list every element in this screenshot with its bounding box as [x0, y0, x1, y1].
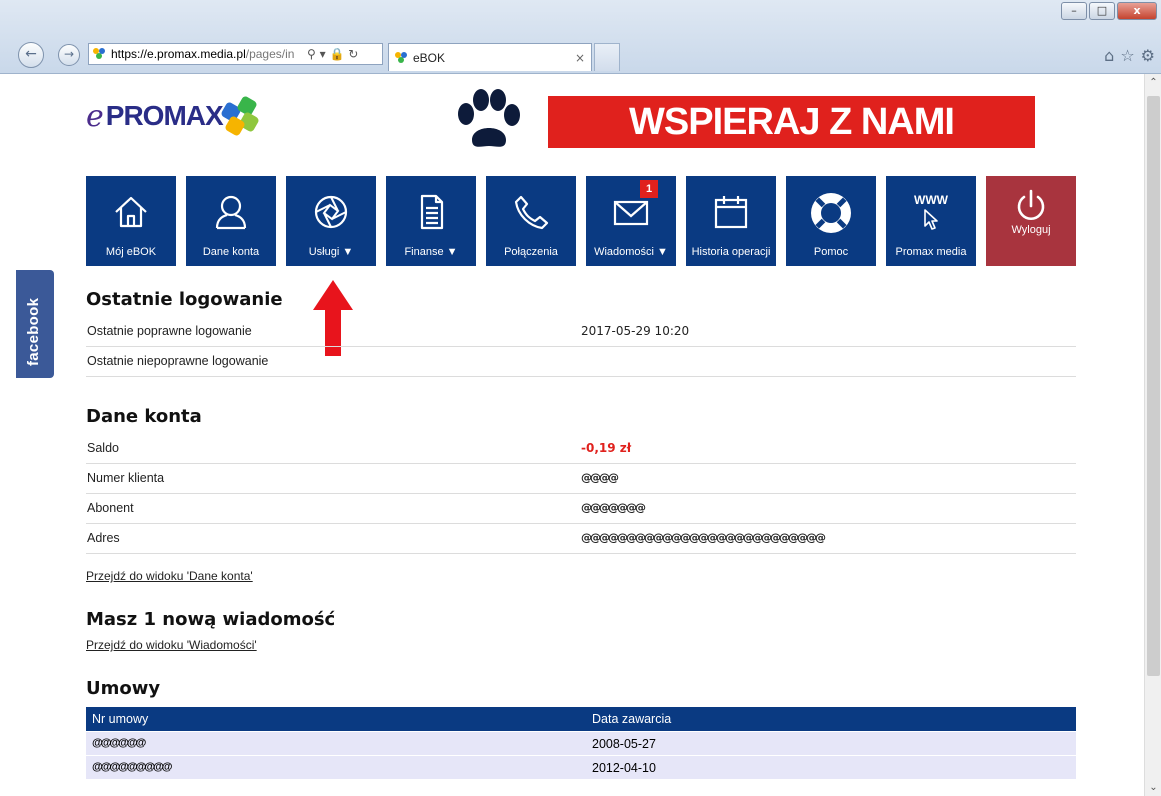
minimize-button[interactable]: – [1061, 2, 1087, 20]
row-key: Numer klienta [87, 471, 165, 485]
table-header: Nr umowy Data zawarcia [86, 707, 1076, 731]
row-key: Abonent [87, 501, 134, 515]
row-key: Adres [87, 531, 120, 545]
site-favicon [93, 48, 107, 60]
tab-favicon [395, 51, 409, 64]
page-viewport: facebook e PROMAX WSPIERAJ Z NAMI SCHRON… [0, 74, 1161, 796]
address-bar-tools[interactable]: ⚲ ▾ 🔒 ↻ [307, 47, 358, 61]
menu-label: Promax media [895, 246, 967, 258]
logo-word: PROMAX [105, 100, 224, 131]
menu-tile-polaczenia[interactable]: Połączenia [486, 176, 576, 266]
contract-date: 2008-05-27 [592, 737, 656, 751]
table-row[interactable]: @@@@@@ 2008-05-27 [86, 731, 1076, 755]
menu-label: Pomoc [813, 246, 849, 258]
masked-value: @@@@ [581, 471, 619, 484]
menu-tile-wiadomosci[interactable]: 1 Wiadomości ▼ [586, 176, 676, 266]
unread-badge: 1 [640, 180, 658, 198]
new-tab-button[interactable] [594, 43, 620, 71]
menu-label: Dane konta [202, 246, 260, 258]
menu-label: Usługi ▼ [308, 246, 354, 258]
menu-label: Połączenia [504, 246, 558, 258]
facebook-label: facebook [25, 297, 42, 366]
promax-logo[interactable]: e PROMAX [86, 95, 271, 137]
document-icon [420, 194, 444, 230]
home-icon [115, 196, 147, 228]
menu-tile-finanse[interactable]: Finanse ▼ [386, 176, 476, 266]
contracts-table: Nr umowy Data zawarcia @@@@@@ 2008-05-27… [86, 707, 1076, 779]
table-row: Ostatnie poprawne logowanie 2017-05-29 1… [86, 317, 1076, 347]
phone-icon [514, 195, 549, 230]
table-row[interactable]: @@@@@@@@@ 2012-04-10 [86, 755, 1076, 779]
main-menu: Mój eBOK Dane konta Usługi ▼ Finanse ▼ P… [86, 176, 1076, 266]
address-bar[interactable]: https://e.promax.media.pl/pages/in ⚲ ▾ 🔒… [88, 43, 383, 65]
lifebuoy-icon [811, 193, 851, 233]
contract-number: @@@@@@ [92, 737, 146, 749]
menu-tile-dane-konta[interactable]: Dane konta [186, 176, 276, 266]
messages-view-link[interactable]: Przejdź do widoku 'Wiadomości' [86, 638, 257, 652]
menu-tile-pomoc[interactable]: Pomoc [786, 176, 876, 266]
maximize-button[interactable]: □ [1089, 2, 1115, 20]
menu-label: Wiadomości ▼ [594, 246, 668, 258]
menu-tile-wyloguj[interactable]: Wyloguj [986, 176, 1076, 266]
table-row: Numer klienta @@@@ [86, 464, 1076, 494]
menu-tile-moj-ebok[interactable]: Mój eBOK [86, 176, 176, 266]
www-cursor-icon: WWW [914, 193, 949, 230]
home-icon[interactable]: ⌂ [1104, 46, 1114, 65]
menu-tile-promax-media[interactable]: WWW Promax media [886, 176, 976, 266]
url-text[interactable]: https://e.promax.media.pl/pages/in [111, 47, 301, 61]
column-header: Data zawarcia [592, 712, 672, 726]
forward-button[interactable]: → [58, 44, 80, 66]
user-icon [215, 195, 247, 230]
section-title-contracts: Umowy [86, 678, 161, 699]
logo-hexagons-icon [219, 95, 271, 137]
menu-label: Wyloguj [1011, 224, 1051, 236]
table-row: Abonent @@@@@@@ [86, 494, 1076, 524]
tab-close-icon[interactable]: × [575, 51, 585, 65]
calendar-icon [714, 196, 748, 229]
row-value: 2017-05-29 10:20 [581, 324, 690, 338]
masked-value: @@@@@@@ [581, 501, 646, 514]
menu-tile-historia-operacji[interactable]: Historia operacji [686, 176, 776, 266]
menu-label: Finanse ▼ [404, 246, 458, 258]
window-controls: – □ x [1061, 2, 1157, 20]
balance-value: -0,19 zł [581, 441, 632, 455]
scrollbar-thumb[interactable] [1147, 96, 1160, 676]
row-key: Saldo [87, 441, 119, 455]
row-key: Ostatnie poprawne logowanie [87, 324, 252, 338]
aperture-icon [314, 195, 348, 229]
scroll-up-icon[interactable]: ⌃ [1145, 74, 1161, 91]
table-row: Ostatnie niepoprawne logowanie [86, 347, 1076, 377]
facebook-side-tab[interactable]: facebook [16, 270, 54, 378]
section-title-last-login: Ostatnie logowanie [86, 289, 283, 310]
close-window-button[interactable]: x [1117, 2, 1157, 20]
contract-date: 2012-04-10 [592, 761, 656, 775]
www-text: WWW [914, 193, 949, 207]
star-icon[interactable]: ☆ [1120, 46, 1134, 65]
row-key: Ostatnie niepoprawne logowanie [87, 354, 269, 368]
menu-tile-uslugi[interactable]: Usługi ▼ [286, 176, 376, 266]
menu-label: Mój eBOK [105, 246, 157, 258]
menu-label: Historia operacji [691, 246, 771, 258]
browser-toolbar-icons: ⌂ ☆ ⚙ [1104, 46, 1155, 65]
table-row: Adres @@@@@@@@@@@@@@@@@@@@@@@@@@@ [86, 524, 1076, 554]
browser-titlebar: – □ x ← → https://e.promax.media.pl/page… [0, 0, 1161, 74]
paw-icon [458, 89, 520, 147]
vertical-scrollbar[interactable]: ⌃ ⌄ [1144, 74, 1161, 796]
gear-icon[interactable]: ⚙ [1141, 46, 1155, 65]
section-title-messages: Masz 1 nową wiadomość [86, 609, 336, 630]
contract-number: @@@@@@@@@ [92, 761, 173, 773]
tab-title: eBOK [413, 50, 446, 65]
back-button[interactable]: ← [18, 42, 44, 68]
logo-e: e [86, 98, 104, 134]
account-view-link[interactable]: Przejdź do widoku 'Dane konta' [86, 569, 253, 583]
table-row: Saldo -0,19 zł [86, 434, 1076, 464]
power-icon [1017, 189, 1045, 220]
section-title-account: Dane konta [86, 406, 202, 427]
column-header: Nr umowy [92, 712, 149, 726]
scroll-down-icon[interactable]: ⌄ [1145, 779, 1161, 796]
shelter-banner[interactable]: WSPIERAJ Z NAMI SCHRONISKO [548, 96, 1035, 195]
tab-ebok[interactable]: eBOK × [388, 43, 592, 71]
envelope-icon [613, 200, 649, 226]
masked-value: @@@@@@@@@@@@@@@@@@@@@@@@@@@ [581, 531, 826, 544]
